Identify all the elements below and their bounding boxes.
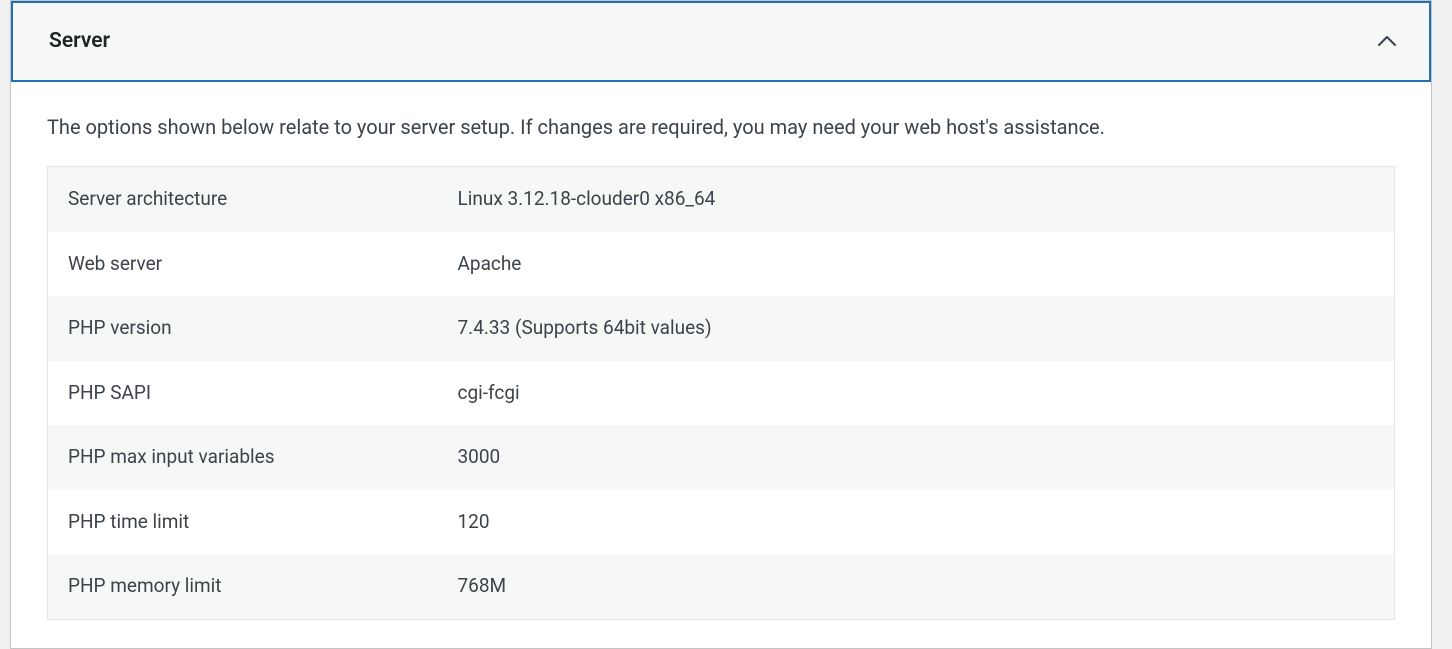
site-health-panel: Server The options shown below relate to…	[10, 0, 1432, 649]
row-value: cgi-fcgi	[438, 361, 1395, 426]
row-label: PHP version	[48, 296, 438, 361]
table-row: PHP version 7.4.33 (Supports 64bit value…	[48, 296, 1395, 361]
table-row: PHP memory limit 768M	[48, 554, 1395, 619]
table-row: Web server Apache	[48, 232, 1395, 297]
panel-title: Server	[49, 27, 110, 56]
row-label: PHP max input variables	[48, 425, 438, 490]
row-value: Apache	[438, 232, 1395, 297]
table-row: PHP SAPI cgi-fcgi	[48, 361, 1395, 426]
row-value: Linux 3.12.18-clouder0 x86_64	[438, 167, 1395, 232]
table-row: Server architecture Linux 3.12.18-cloude…	[48, 167, 1395, 232]
server-panel-body: The options shown below relate to your s…	[11, 82, 1431, 620]
row-label: PHP memory limit	[48, 554, 438, 619]
row-value: 7.4.33 (Supports 64bit values)	[438, 296, 1395, 361]
row-value: 3000	[438, 425, 1395, 490]
panel-description: The options shown below relate to your s…	[47, 112, 1395, 142]
row-label: Server architecture	[48, 167, 438, 232]
server-panel-header[interactable]: Server	[11, 1, 1431, 82]
row-value: 120	[438, 490, 1395, 555]
table-row: PHP time limit 120	[48, 490, 1395, 555]
server-info-table: Server architecture Linux 3.12.18-cloude…	[47, 166, 1395, 620]
row-label: PHP SAPI	[48, 361, 438, 426]
row-label: Web server	[48, 232, 438, 297]
row-label: PHP time limit	[48, 490, 438, 555]
chevron-up-icon	[1375, 30, 1399, 54]
row-value: 768M	[438, 554, 1395, 619]
table-row: PHP max input variables 3000	[48, 425, 1395, 490]
